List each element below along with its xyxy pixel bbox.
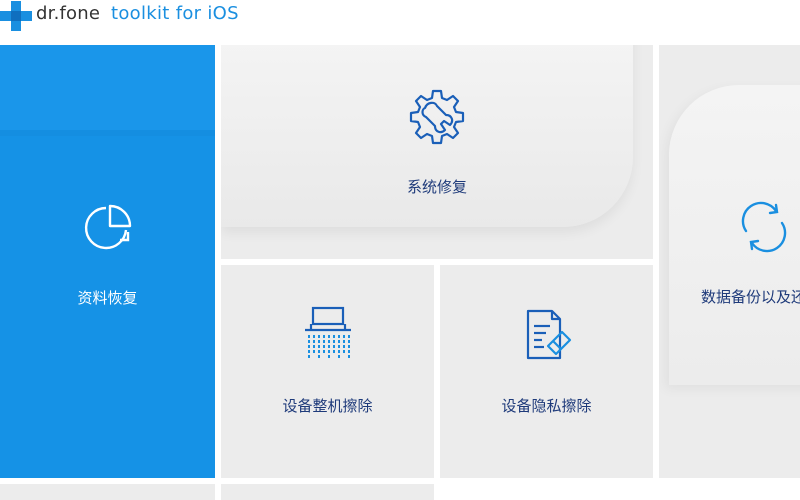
- brand-name: dr.fone: [36, 3, 101, 24]
- gear-wrench-icon: [409, 89, 465, 145]
- tile-label: 资料恢复: [77, 289, 138, 307]
- tile-data-recovery[interactable]: 资料恢复: [0, 45, 215, 478]
- pie-chart-icon: [84, 204, 132, 250]
- tile-data-backup[interactable]: 数据备份以及还: [659, 45, 800, 478]
- document-eraser-icon: [526, 309, 572, 360]
- plus-logo-icon: [0, 1, 32, 31]
- tile-full-erase[interactable]: 设备整机擦除: [221, 265, 434, 478]
- app-header: dr.fone toolkit for iOS: [0, 0, 800, 44]
- tile-system-repair[interactable]: 系统修复: [221, 45, 653, 259]
- tile-partial[interactable]: [221, 484, 434, 500]
- brand-subtitle: toolkit for iOS: [111, 3, 239, 24]
- tile-partial[interactable]: [0, 484, 215, 500]
- tile-label: 设备整机擦除: [282, 397, 373, 415]
- shredder-icon: [305, 306, 351, 359]
- tile-label: 数据备份以及还: [701, 288, 800, 306]
- tile-highlight-band: [0, 45, 215, 130]
- tile-band-shadow: [0, 130, 215, 136]
- tile-label: 设备隐私擦除: [501, 397, 592, 415]
- sync-icon: [741, 201, 787, 253]
- tile-label: 系统修复: [406, 178, 467, 196]
- tile-private-erase[interactable]: 设备隐私擦除: [440, 265, 653, 478]
